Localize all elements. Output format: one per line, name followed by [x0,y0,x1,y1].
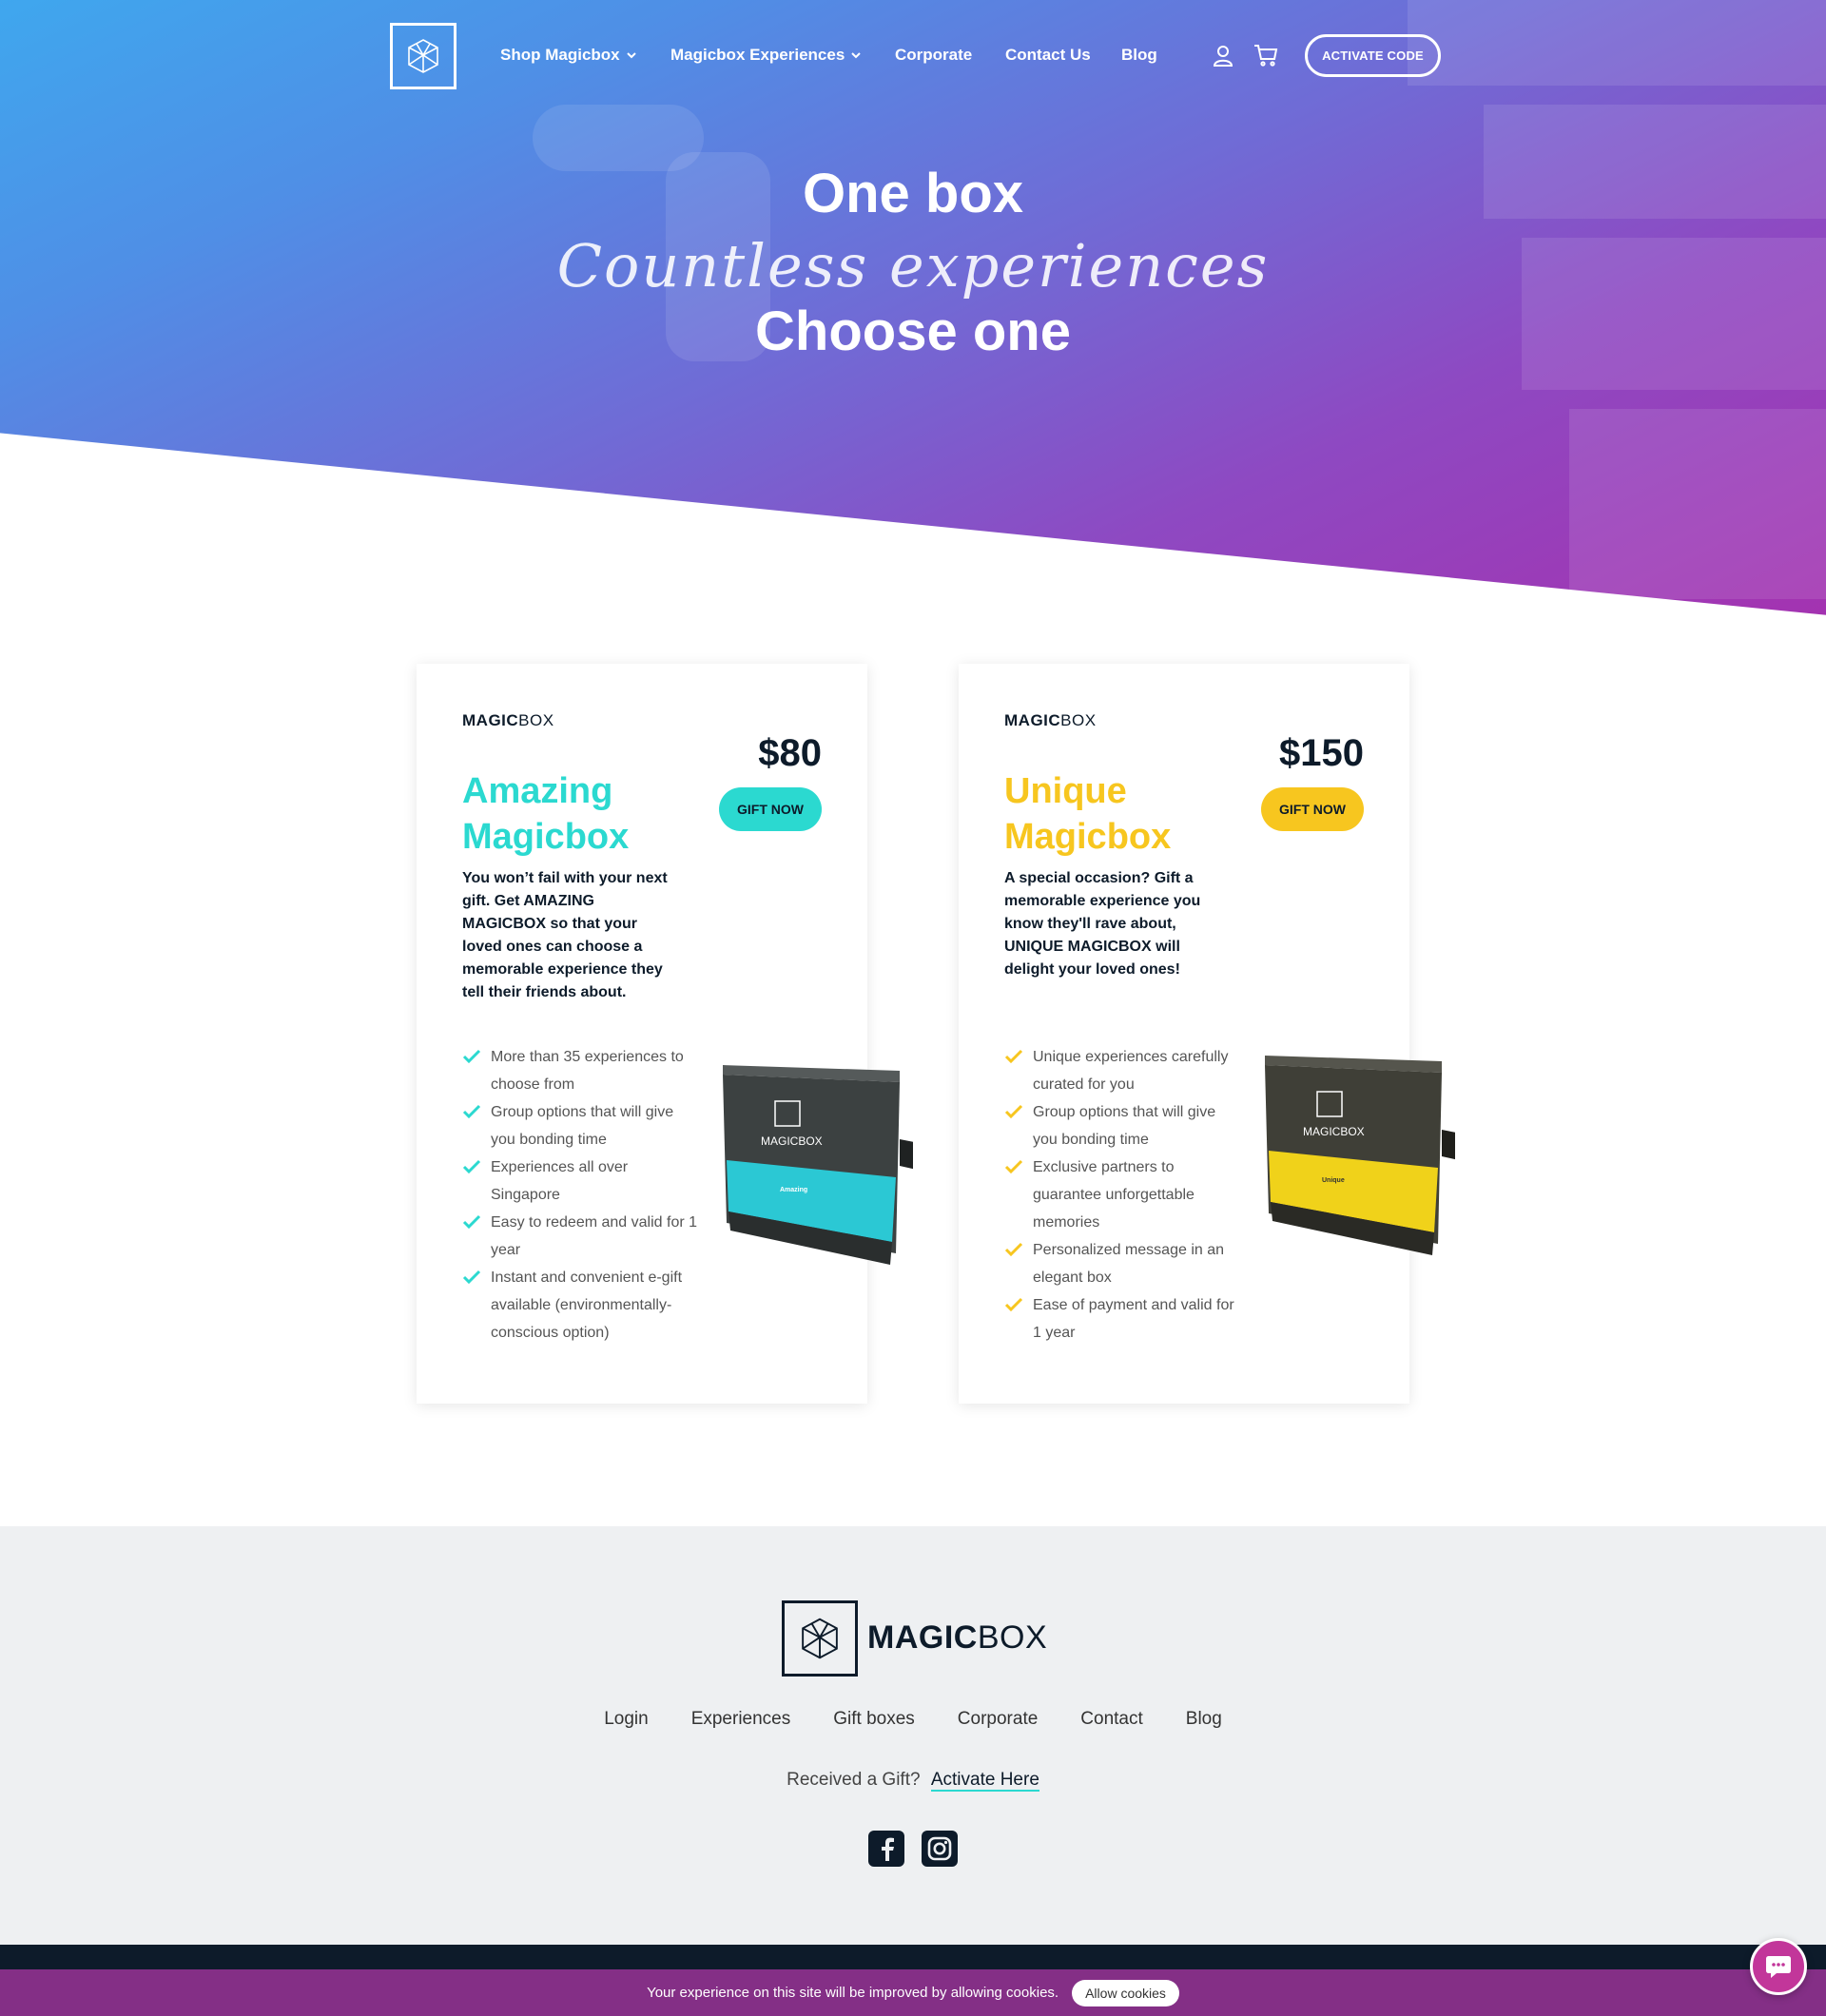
instagram-icon[interactable] [922,1831,958,1867]
hero-section: Shop Magicbox Magicbox Experiences Corpo… [0,0,1826,628]
nav-corporate[interactable]: Corporate [895,46,972,65]
activate-code-button[interactable]: ACTIVATE CODE [1305,34,1441,77]
check-icon [1004,1242,1023,1257]
hero-title-line2: Countless experiences [556,231,1270,300]
top-nav: Shop Magicbox Magicbox Experiences Corpo… [0,0,1826,114]
card-description: A special occasion? Gift a memorable exp… [1004,870,1201,978]
card-title: Unique Magicbox [1004,768,1171,860]
check-icon [462,1104,481,1119]
card-description: You won’t fail with your next gift. Get … [462,870,668,1000]
check-icon [1004,1159,1023,1174]
check-icon [462,1049,481,1064]
feature-list: More than 35 experiences to choose from … [462,1043,700,1347]
card-brand: MAGICBOX [1004,711,1097,729]
feature-item: Group options that will give you bonding… [462,1098,700,1153]
magicbox-logo[interactable] [390,23,456,89]
feature-item: Exclusive partners to guarantee unforget… [1004,1153,1242,1236]
card-title-line1: Amazing [462,771,613,811]
check-icon [462,1270,481,1285]
check-icon [1004,1049,1023,1064]
chevron-down-icon [626,52,636,59]
feature-item: More than 35 experiences to choose from [462,1043,700,1098]
magicbox-logo-icon [802,1618,838,1659]
footer-links: Login Experiences Gift boxes Corporate C… [0,1709,1826,1730]
feature-item: Ease of payment and valid for 1 year [1004,1291,1242,1347]
card-title-line1: Unique [1004,771,1127,811]
hero-title-line3: Choose one [755,300,1071,362]
check-icon [1004,1104,1023,1119]
nav-corporate-label: Corporate [895,46,973,64]
received-gift-line: Received a Gift? Activate Here [0,1770,1826,1792]
user-icon[interactable] [1212,44,1234,71]
chat-bubble-icon [1766,1956,1791,1978]
nav-blog[interactable]: Blog [1121,46,1157,65]
footer: MAGICBOX Login Experiences Gift boxes Co… [0,1526,1826,1945]
gift-box-image: MAGICBOX Unique [1265,1056,1455,1255]
product-card-unique: MAGICBOX $150 Unique Magicbox GIFT NOW A… [959,664,1455,1404]
nav-blog-label: Blog [1121,46,1157,64]
feature-item: Group options that will give you bonding… [1004,1098,1242,1153]
product-card-amazing: MAGICBOX $80 Amazing Magicbox GIFT NOW Y… [417,664,913,1404]
box-label: Unique [1322,1177,1345,1184]
nav-shop-magicbox[interactable]: Shop Magicbox [500,46,637,65]
received-gift-text: Received a Gift? [787,1770,921,1790]
footer-link-blog[interactable]: Blog [1186,1709,1222,1730]
magicbox-logo-icon [408,39,438,73]
card-title-line2: Magicbox [1004,817,1172,857]
check-icon [462,1159,481,1174]
cookie-text: Your experience on this site will be imp… [647,1985,1059,2001]
card-price: $150 [1279,732,1364,774]
chevron-down-icon [851,52,862,59]
card-title-line2: Magicbox [462,817,630,857]
footer-link-experiences[interactable]: Experiences [691,1709,791,1730]
nav-magicbox-experiences[interactable]: Magicbox Experiences [670,46,862,65]
footer-bottom-strip [0,1945,1826,1969]
feature-item: Experiences all over Singapore [462,1153,700,1209]
box-label: Amazing [780,1187,807,1193]
hero-title-line1: One box [802,163,1024,224]
feature-item: Instant and convenient e-gift available … [462,1264,700,1347]
allow-cookies-button[interactable]: Allow cookies [1072,1979,1179,2006]
gift-now-button[interactable]: GIFT NOW [719,787,822,831]
chat-widget-button[interactable] [1750,1938,1807,1995]
feature-item: Easy to redeem and valid for 1 year [462,1209,700,1264]
card-brand: MAGICBOX [462,711,554,729]
footer-link-gift-boxes[interactable]: Gift boxes [833,1709,915,1730]
card-title: Amazing Magicbox [462,768,629,860]
cart-icon[interactable] [1253,44,1278,71]
cookie-banner: Your experience on this site will be imp… [0,1969,1826,2016]
footer-brand: MAGICBOX [867,1619,1048,1656]
footer-logo[interactable] [782,1600,858,1677]
footer-link-corporate[interactable]: Corporate [958,1709,1039,1730]
check-icon [462,1214,481,1230]
feature-list: Unique experiences carefully curated for… [1004,1043,1242,1347]
box-brand-text: MAGICBOX [761,1134,823,1148]
gift-box-image: MAGICBOX Amazing [723,1065,913,1265]
nav-shop-magicbox-label: Shop Magicbox [500,46,620,64]
footer-link-contact[interactable]: Contact [1080,1709,1142,1730]
feature-item: Unique experiences carefully curated for… [1004,1043,1242,1098]
box-brand-text: MAGICBOX [1303,1125,1365,1138]
nav-contact-us[interactable]: Contact Us [1005,46,1091,65]
footer-link-login[interactable]: Login [604,1709,649,1730]
gift-now-button[interactable]: GIFT NOW [1261,787,1364,831]
feature-item: Personalized message in an elegant box [1004,1236,1242,1291]
facebook-icon[interactable] [868,1831,904,1867]
nav-contact-us-label: Contact Us [1005,46,1091,64]
nav-magicbox-experiences-label: Magicbox Experiences [670,46,845,64]
activate-here-link[interactable]: Activate Here [930,1770,1039,1792]
check-icon [1004,1297,1023,1312]
card-price: $80 [758,732,822,774]
